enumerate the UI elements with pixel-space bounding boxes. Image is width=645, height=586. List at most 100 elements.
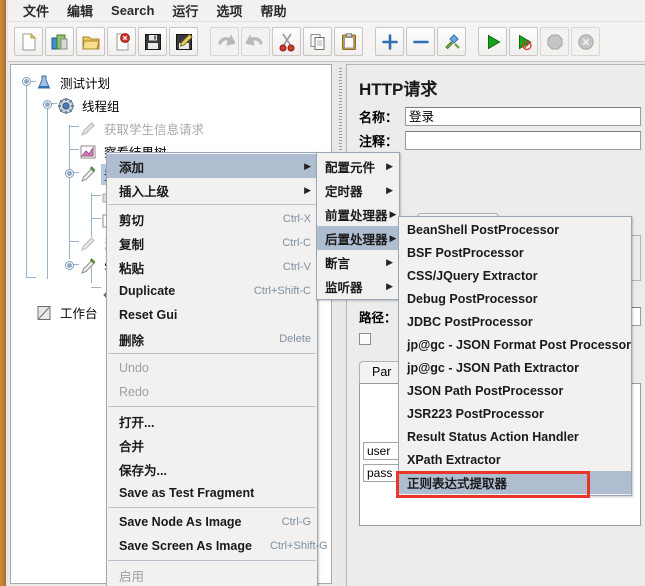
context-item-enable-label: 启用 [119, 569, 145, 584]
add-submenu-timer[interactable]: 定时器 ▶ [317, 178, 399, 202]
pp-item-bsf[interactable]: BSF PostProcessor [399, 241, 631, 264]
add-submenu-listener[interactable]: 监听器 ▶ [317, 274, 399, 298]
chevron-right-icon: ▶ [386, 256, 393, 267]
context-item-save-as[interactable]: 保存为... [107, 457, 317, 481]
http-request-icon [81, 121, 95, 136]
pp-item-jsonformat-label: jp@gc - JSON Format Post Processor [407, 337, 632, 352]
add-submenu-assertion[interactable]: 断言 ▶ [317, 250, 399, 274]
chevron-right-icon: ▶ [389, 232, 397, 243]
stop-icon [540, 27, 569, 56]
start-no-pause-icon[interactable] [509, 27, 538, 56]
cut-icon[interactable] [272, 27, 301, 56]
context-item-paste[interactable]: 粘贴 Ctrl-V [107, 255, 317, 279]
context-item-save-screen-as-image-accel: Ctrl+Shift-G [269, 540, 328, 552]
chevron-right-icon: ▶ [304, 160, 311, 171]
comment-input[interactable] [405, 131, 641, 150]
context-item-copy[interactable]: 复制 Ctrl-C [107, 231, 317, 255]
pp-item-bsf-label: BSF PostProcessor [407, 245, 524, 260]
pp-item-jsr223[interactable]: JSR223 PostProcessor [399, 402, 631, 425]
context-item-add[interactable]: 添加 ▶ [107, 154, 317, 178]
context-item-insert-parent-label: 插入上级 [119, 184, 170, 199]
redirect-checkbox[interactable] [359, 333, 371, 345]
toggle-icon[interactable] [437, 27, 466, 56]
context-item-duplicate-label: Duplicate [119, 284, 176, 298]
open-icon[interactable] [76, 27, 105, 56]
menu-file[interactable]: 文件 [14, 0, 58, 23]
toolbar [8, 22, 645, 62]
tree-expander-thread-group[interactable] [43, 100, 52, 109]
add-submenu-config-element[interactable]: 配置元件 ▶ [317, 154, 399, 178]
pp-item-xpath-label: XPath Extractor [407, 452, 501, 467]
post-processor-submenu[interactable]: BeanShell PostProcessor BSF PostProcesso… [398, 216, 632, 496]
copy-icon[interactable] [303, 27, 332, 56]
tree-expander-test-plan[interactable] [22, 77, 31, 86]
add-submenu-post-processor[interactable]: 后置处理器 ▶ [317, 226, 399, 250]
tree-expander-student[interactable] [65, 261, 74, 270]
chevron-right-icon: ▶ [389, 208, 397, 219]
tree-node-thread-group[interactable]: 线程组 [11, 94, 331, 117]
jmeter-window: 文件 编辑 Search 运行 选项 帮助 测试计划 线程组 获取学生信息请求 … [0, 0, 645, 586]
pp-item-jsonpath-pp[interactable]: JSON Path PostProcessor [399, 379, 631, 402]
collapse-icon[interactable] [406, 27, 435, 56]
add-submenu[interactable]: 配置元件 ▶ 定时器 ▶ 前置处理器 ▶ 后置处理器 ▶ 断言 ▶ 监听器 ▶ [316, 152, 400, 300]
pp-item-regex-extractor[interactable]: 正则表达式提取器 [399, 471, 631, 494]
pp-item-jsonpath-extractor-label: jp@gc - JSON Path Extractor [407, 360, 579, 375]
chevron-right-icon: ▶ [304, 184, 311, 195]
pp-item-css-jquery[interactable]: CSS/JQuery Extractor [399, 264, 631, 287]
start-icon[interactable] [478, 27, 507, 56]
pp-item-jsonformat[interactable]: jp@gc - JSON Format Post Processor [399, 333, 631, 356]
tree-node-get-student-info[interactable]: 获取学生信息请求 [11, 117, 331, 140]
paste-icon[interactable] [334, 27, 363, 56]
name-field-row: 名称： 登录 [359, 107, 641, 126]
pp-item-result-status[interactable]: Result Status Action Handler [399, 425, 631, 448]
close-icon[interactable] [107, 27, 136, 56]
context-item-save-as-test-fragment-label: Save as Test Fragment [119, 486, 255, 500]
context-item-redo: Redo [107, 380, 317, 404]
pp-item-debug[interactable]: Debug PostProcessor [399, 287, 631, 310]
context-item-insert-parent[interactable]: 插入上级 ▶ [107, 178, 317, 202]
new-icon[interactable] [14, 27, 43, 56]
pp-item-beanshell-label: BeanShell PostProcessor [407, 222, 560, 237]
pp-item-jdbc[interactable]: JDBC PostProcessor [399, 310, 631, 333]
split-divider[interactable] [335, 62, 346, 586]
context-item-copy-label: 复制 [119, 237, 145, 252]
context-item-save-node-as-image[interactable]: Save Node As Image Ctrl-G [107, 510, 317, 534]
menu-search[interactable]: Search [102, 1, 163, 21]
context-item-delete[interactable]: 删除 Delete [107, 327, 317, 351]
pp-item-result-status-label: Result Status Action Handler [407, 429, 579, 444]
undo-icon [210, 27, 239, 56]
context-item-open[interactable]: 打开... [107, 409, 317, 433]
menu-options[interactable]: 选项 [207, 0, 251, 23]
add-submenu-pre-processor[interactable]: 前置处理器 ▶ [317, 202, 399, 226]
save-as-icon[interactable] [169, 27, 198, 56]
context-item-cut[interactable]: 剪切 Ctrl-X [107, 207, 317, 231]
context-item-save-as-test-fragment[interactable]: Save as Test Fragment [107, 481, 317, 505]
context-item-save-screen-as-image[interactable]: Save Screen As Image Ctrl+Shift-G [107, 534, 328, 558]
context-item-enable: 启用 [107, 563, 317, 586]
pp-item-beanshell[interactable]: BeanShell PostProcessor [399, 218, 631, 241]
expand-icon[interactable] [375, 27, 404, 56]
menu-run[interactable]: 运行 [163, 0, 207, 23]
menu-help[interactable]: 帮助 [251, 0, 295, 23]
context-item-merge[interactable]: 合并 [107, 433, 317, 457]
name-input[interactable]: 登录 [405, 107, 641, 126]
context-item-undo: Undo [107, 356, 317, 380]
tree-context-menu[interactable]: 添加 ▶ 插入上级 ▶ 剪切 Ctrl-X 复制 Ctrl-C 粘贴 Ctrl-… [106, 152, 328, 586]
pp-item-xpath[interactable]: XPath Extractor [399, 448, 631, 471]
pp-item-jsonpath-extractor[interactable]: jp@gc - JSON Path Extractor [399, 356, 631, 379]
context-separator-4 [108, 507, 316, 508]
context-item-duplicate[interactable]: Duplicate Ctrl+Shift-C [107, 279, 317, 303]
pp-item-regex-extractor-label: 正则表达式提取器 [407, 477, 508, 491]
context-item-reset-gui[interactable]: Reset Gui [107, 303, 317, 327]
view-results-tree-icon [80, 145, 96, 158]
tree-node-test-plan[interactable]: 测试计划 [11, 71, 331, 94]
menu-edit[interactable]: 编辑 [58, 0, 102, 23]
context-item-add-label: 添加 [119, 160, 145, 175]
templates-icon[interactable] [45, 27, 74, 56]
context-item-duplicate-accel: Ctrl+Shift-C [253, 285, 311, 297]
context-separator-1 [108, 204, 316, 205]
context-item-open-label: 打开... [119, 415, 155, 430]
context-item-undo-label: Undo [119, 361, 149, 375]
save-icon[interactable] [138, 27, 167, 56]
tree-expander-login[interactable] [65, 169, 74, 178]
